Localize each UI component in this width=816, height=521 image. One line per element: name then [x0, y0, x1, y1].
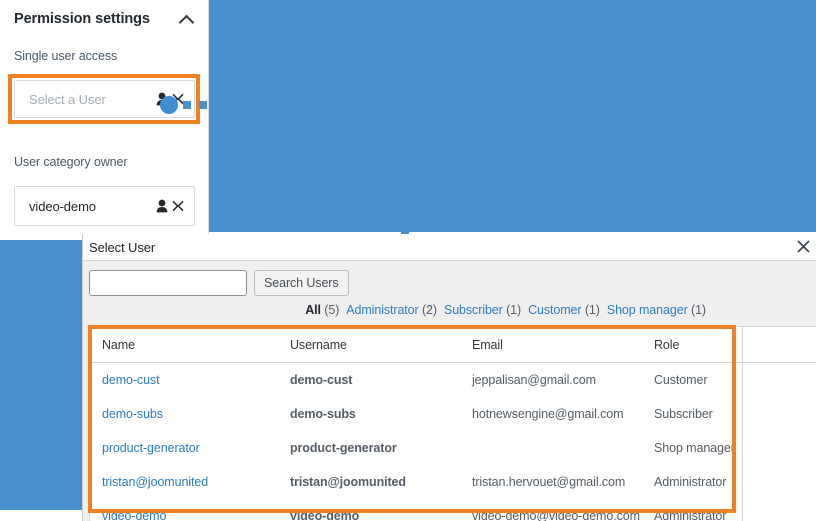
dialog-title: Select User	[89, 239, 156, 255]
table-row[interactable]: tristan@joomunited tristan@joomunited tr…	[90, 465, 816, 499]
cell-name: tristan@joomunited	[90, 465, 278, 499]
user-link[interactable]: demo-cust	[102, 373, 160, 387]
column-header-role[interactable]: Role	[642, 327, 742, 363]
table-row[interactable]: product-generator product-generator Shop…	[90, 431, 816, 465]
dialog-body: Search Users All (5) Administrator (2) S…	[83, 260, 816, 521]
column-header-email[interactable]: Email	[460, 327, 642, 363]
search-users-button[interactable]: Search Users	[254, 270, 349, 296]
table-row[interactable]: video-demo video-demo video-demo@video-d…	[90, 499, 816, 521]
user-link[interactable]: product-generator	[102, 441, 200, 455]
table-row[interactable]: demo-subs demo-subs hotnewsengine@gmail.…	[90, 397, 816, 431]
sidebar-divider	[208, 0, 209, 240]
dialog-titlebar: Select User	[83, 234, 816, 260]
annotation-origin-dot	[160, 96, 178, 114]
role-filter-links: All (5) Administrator (2) Subscriber (1)…	[305, 303, 709, 317]
cell-username: product-generator	[278, 431, 460, 465]
annotation-dot	[199, 101, 207, 109]
user-category-owner-value: video-demo	[29, 198, 96, 214]
column-header-extra	[741, 327, 816, 363]
user-link[interactable]: tristan@joomunited	[102, 475, 208, 489]
cell-username: demo-cust	[278, 362, 460, 397]
cell-name: video-demo	[90, 499, 278, 521]
cell-username: tristan@joomunited	[278, 465, 460, 499]
filter-shop-manager[interactable]: Shop manager (1)	[607, 303, 709, 317]
user-link[interactable]: demo-subs	[102, 407, 163, 421]
filter-subscriber[interactable]: Subscriber (1)	[444, 303, 524, 317]
annotation-dot	[215, 101, 223, 109]
page-title: Permission settings	[14, 11, 150, 27]
cell-email: hotnewsengine@gmail.com	[460, 397, 642, 431]
users-table-body: demo-cust demo-cust jeppalisan@gmail.com…	[90, 362, 816, 521]
single-user-access-label: Single user access	[14, 49, 118, 63]
cell-email: jeppalisan@gmail.com	[460, 362, 642, 397]
select-user-dialog: Select User Search Users All (5) Adminis…	[82, 234, 816, 521]
cell-name: product-generator	[90, 431, 278, 465]
users-table: Name Username Email Role demo-cust demo-…	[90, 327, 816, 521]
cell-extra	[741, 465, 816, 499]
cell-username: video-demo	[278, 499, 460, 521]
cell-name: demo-cust	[90, 362, 278, 397]
cell-username: demo-subs	[278, 397, 460, 431]
search-row: Search Users	[89, 270, 349, 296]
filter-administrator[interactable]: Administrator (2)	[346, 303, 440, 317]
cell-role: Customer	[642, 362, 742, 397]
cell-role: Administrator	[642, 499, 742, 521]
search-input[interactable]	[89, 270, 247, 296]
table-row[interactable]: demo-cust demo-cust jeppalisan@gmail.com…	[90, 362, 816, 397]
user-category-owner-label: User category owner	[14, 155, 128, 169]
annotation-dot	[183, 101, 191, 109]
blue-overlay-top	[209, 0, 816, 232]
filter-customer[interactable]: Customer (1)	[528, 303, 603, 317]
close-icon[interactable]	[794, 237, 812, 255]
cell-role: Subscriber	[642, 397, 742, 431]
cell-role: Administrator	[642, 465, 742, 499]
cell-name: demo-subs	[90, 397, 278, 431]
filter-all[interactable]: All (5)	[305, 303, 342, 317]
permission-settings-panel: Permission settings Single user access S…	[0, 0, 209, 240]
owner-field-icons	[156, 199, 184, 213]
user-category-owner-field[interactable]: video-demo	[14, 186, 195, 226]
cell-extra	[741, 431, 816, 465]
cell-extra	[741, 362, 816, 397]
cell-role: Shop manager	[642, 431, 742, 465]
panel-header[interactable]: Permission settings	[0, 0, 209, 38]
cell-extra	[741, 397, 816, 431]
cell-email: tristan.hervouet@gmail.com	[460, 465, 642, 499]
blue-overlay-left	[0, 240, 82, 510]
column-header-name[interactable]: Name	[90, 327, 278, 363]
cell-email	[460, 431, 642, 465]
users-table-wrapper: Name Username Email Role demo-cust demo-…	[89, 326, 816, 521]
x-clear-icon[interactable]	[172, 200, 184, 212]
screenshot-root: Permission settings Single user access S…	[0, 0, 816, 521]
user-link[interactable]: video-demo	[102, 509, 166, 521]
single-user-value: Select a User	[29, 91, 106, 107]
column-header-username[interactable]: Username	[278, 327, 460, 363]
cell-extra	[741, 499, 816, 521]
table-header-row: Name Username Email Role	[90, 327, 816, 363]
chevron-up-icon[interactable]	[179, 11, 195, 27]
person-icon[interactable]	[156, 199, 169, 213]
cell-email: video-demo@video-demo.com	[460, 499, 642, 521]
